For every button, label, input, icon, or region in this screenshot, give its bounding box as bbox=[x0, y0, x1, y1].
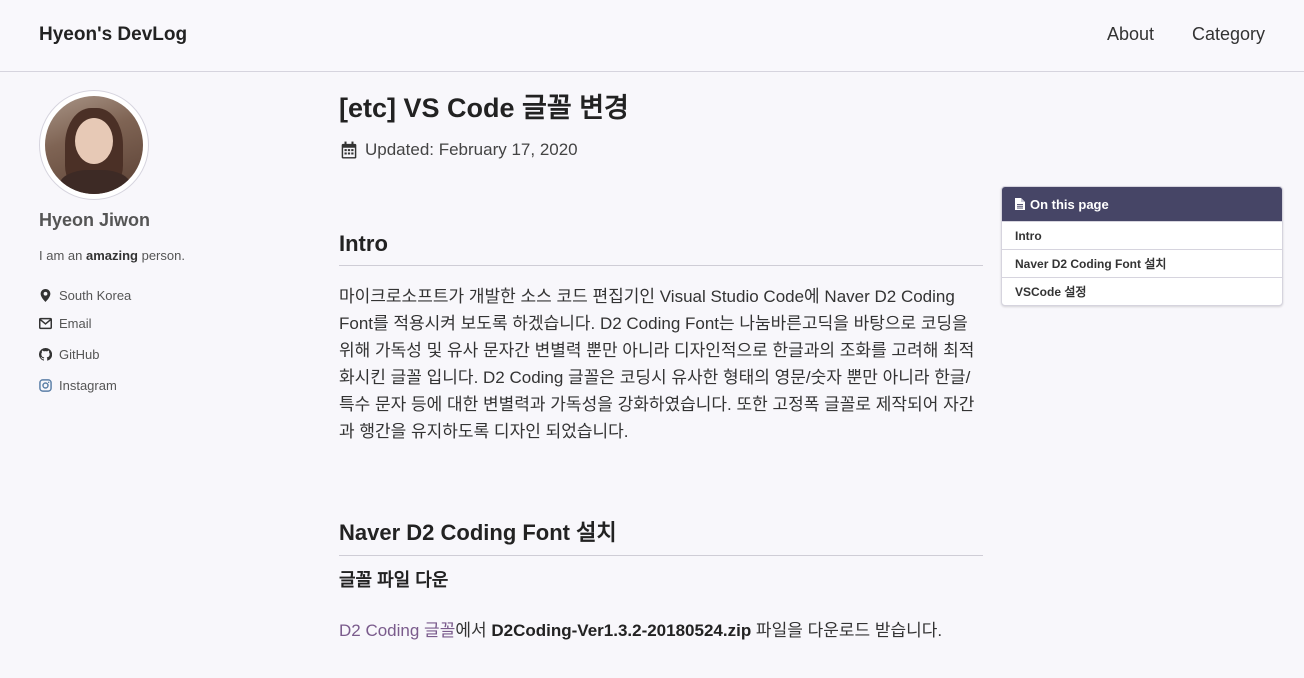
page-meta: Updated: February 17, 2020 bbox=[341, 140, 578, 160]
intro-paragraph: 마이크로소프트가 개발한 소스 코드 편집기인 Visual Studio Co… bbox=[339, 287, 975, 441]
masthead: Hyeon's DevLog About Category bbox=[0, 0, 1304, 72]
location-item: South Korea bbox=[39, 288, 131, 303]
d2coding-font-link[interactable]: D2 Coding 글꼴 bbox=[339, 621, 455, 640]
toc-title: On this page bbox=[1030, 196, 1109, 212]
github-label: GitHub bbox=[59, 347, 100, 362]
toc-item-install[interactable]: Naver D2 Coding Font 설치 bbox=[1002, 249, 1282, 277]
updated-date: Updated: February 17, 2020 bbox=[365, 140, 578, 159]
instagram-link[interactable]: Instagram bbox=[39, 378, 117, 393]
nav-about-link[interactable]: About bbox=[1107, 24, 1154, 45]
download-paragraph: D2 Coding 글꼴에서 D2Coding-Ver1.3.2-2018052… bbox=[339, 621, 943, 640]
nav-category-link[interactable]: Category bbox=[1192, 24, 1265, 45]
toc-item-intro[interactable]: Intro bbox=[1002, 221, 1282, 249]
section-heading-install: Naver D2 Coding Font 설치 bbox=[339, 515, 983, 556]
page-title: [etc] VS Code 글꼴 변경 bbox=[339, 93, 629, 123]
toc-header: On this page bbox=[1002, 187, 1282, 221]
section-heading-intro: Intro bbox=[339, 231, 983, 266]
email-link[interactable]: Email bbox=[39, 316, 92, 331]
avatar bbox=[39, 90, 149, 200]
avatar-photo bbox=[45, 96, 143, 194]
site-title-link[interactable]: Hyeon's DevLog bbox=[39, 24, 187, 46]
map-marker-icon bbox=[40, 289, 51, 302]
subheading-download: 글꼴 파일 다운 bbox=[339, 570, 449, 590]
author-name: Hyeon Jiwon bbox=[39, 210, 151, 230]
toc-item-vscode-settings[interactable]: VSCode 설정 bbox=[1002, 277, 1282, 305]
location-label: South Korea bbox=[59, 288, 132, 303]
github-icon bbox=[39, 348, 52, 361]
github-link[interactable]: GitHub bbox=[39, 347, 99, 362]
table-of-contents: On this page Intro Naver D2 Coding Font … bbox=[1001, 186, 1283, 306]
author-bio: I am an amazing person. bbox=[39, 248, 185, 263]
file-icon bbox=[1015, 198, 1025, 210]
zip-filename: D2Coding-Ver1.3.2-20180524.zip bbox=[491, 621, 752, 640]
instagram-label: Instagram bbox=[59, 378, 117, 393]
instagram-icon bbox=[39, 379, 52, 392]
envelope-icon bbox=[39, 317, 52, 330]
email-label: Email bbox=[59, 316, 92, 331]
calendar-icon bbox=[341, 141, 357, 159]
